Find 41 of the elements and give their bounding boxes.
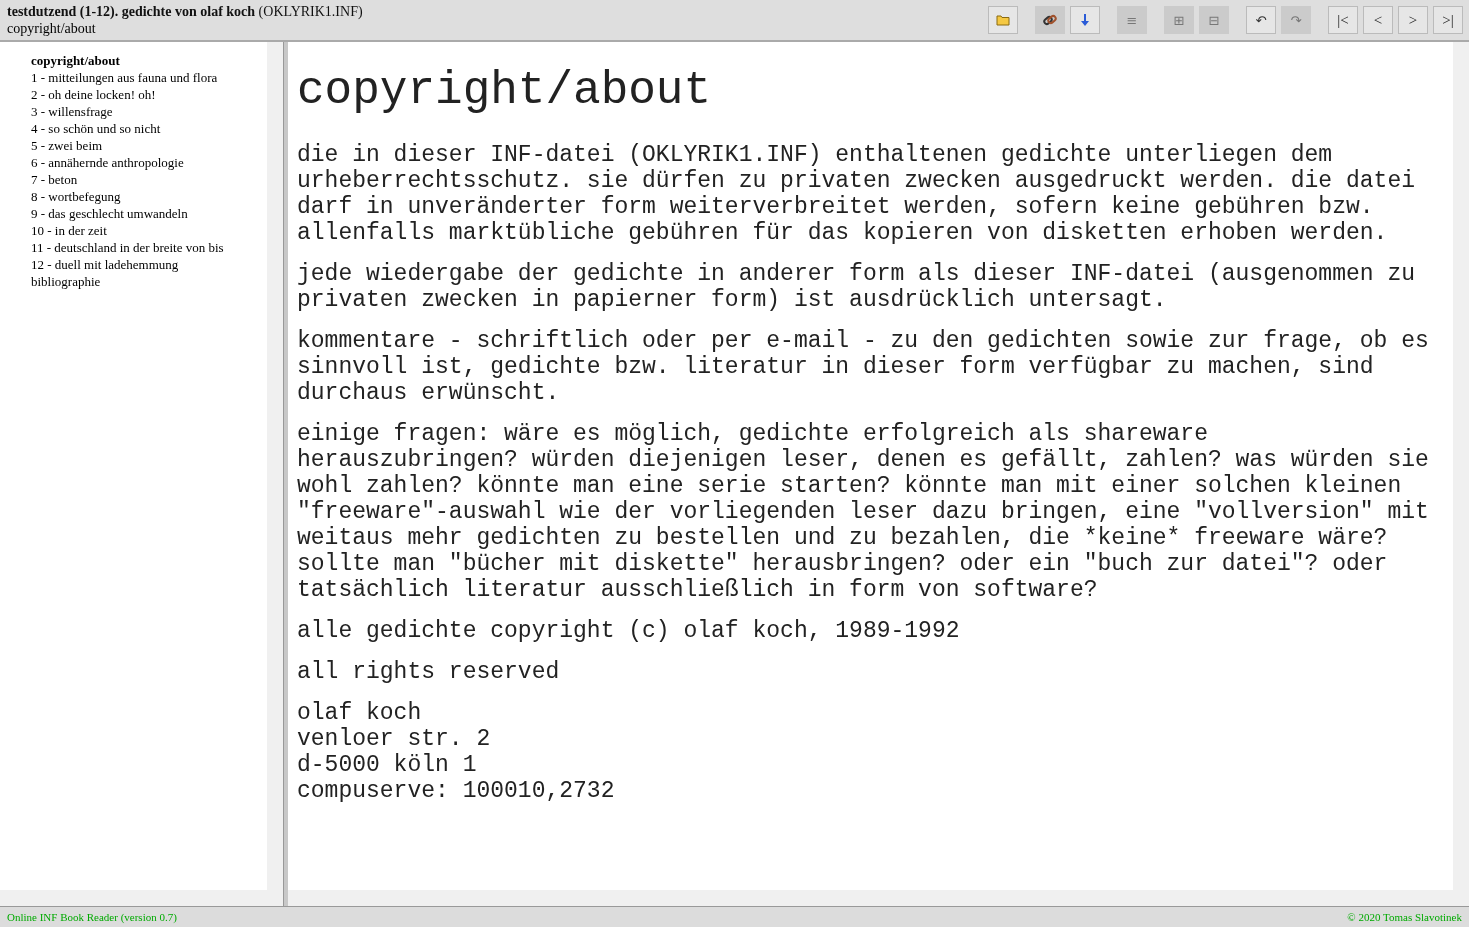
toolbar-button[interactable]: >|: [1433, 6, 1463, 34]
splitter[interactable]: [283, 42, 288, 906]
chapter-link[interactable]: 5 - zwei beim: [31, 137, 267, 154]
chapter-link[interactable]: 4 - so schön und so nicht: [31, 120, 267, 137]
chapter-link[interactable]: 2 - oh deine locken! oh!: [31, 86, 267, 103]
download-button[interactable]: [1070, 6, 1100, 34]
chapter-link[interactable]: 8 - wortbefegung: [31, 188, 267, 205]
chapter-link[interactable]: 3 - willensfrage: [31, 103, 267, 120]
vertical-scrollbar[interactable]: [1453, 42, 1469, 890]
paragraph: die in dieser INF-datei (OKLYRIK1.INF) enthaltenen gedichte unterliegen dem urheberrechtsschutz. sie dürfen zu privaten zwecken ausgedruckt werden. die datei darf in unveränderter form weiterverbreitet werden, sofern keine gebühren bzw. allenfalls marktübliche gebühren für das kopieren von disketten erhoben werden.: [297, 142, 1416, 246]
page-heading: copyright/about: [297, 64, 713, 118]
copyright-notice: © 2020 Tomas Slavotinek: [1347, 911, 1462, 923]
toolbar-button[interactable]: <: [1363, 6, 1393, 34]
chapter-link[interactable]: bibliographie: [31, 273, 267, 290]
app-version: Online INF Book Reader (version 0.7): [7, 911, 177, 923]
paragraph: einige fragen: wäre es möglich, gedichte erfolgreich als shareware herauszubringen? würden diejenigen leser, denen es gefällt, zahlen? was würden sie wohl zahlen? könnte man eine serie starten? könnte man mit einer solchen kleinen "freeware"-auswahl wie der vorliegenden leser dazu bringen, eine "vollversion" mit weitaus mehr gedichten zu bestellen und zu bezahlen, die *keine* freeware wäre? sollte man "bücher mit diskette" herausbringen? oder ein "buch zur datei"? oder tatsächlich literatur ausschließlich in form von software?: [297, 421, 1430, 603]
chapter-link[interactable]: 1 - mitteilungen aus fauna und flora: [31, 69, 267, 86]
paragraph: jede wiedergabe der gedichte in anderer form als dieser INF-datei (ausgenommen zu privaten zwecken in papierner form) ist ausdrücklich untersagt.: [297, 261, 1416, 313]
chapter-link[interactable]: 7 - beton: [31, 171, 267, 188]
down-arrow-icon: [1081, 14, 1089, 26]
book-title: testdutzend (1-12). gedichte von olaf koch (OKLYRIK1.INF): [7, 3, 363, 20]
vertical-scrollbar[interactable]: [267, 42, 283, 890]
chapter-link[interactable]: 11 - deutschland in der breite von bis: [31, 239, 267, 256]
paragraph: alle gedichte copyright (c) olaf koch, 1989-1992: [297, 618, 961, 644]
open-button[interactable]: [988, 6, 1018, 34]
toolbar-button[interactable]: >: [1398, 6, 1428, 34]
folder-icon: [996, 14, 1010, 26]
paragraph: olaf koch venloer str. 2 d-5000 köln 1 compuserve: 100010,2732: [297, 700, 616, 804]
chapter-link[interactable]: copyright/about: [31, 52, 267, 69]
chapter-link[interactable]: 10 - in der zeit: [31, 222, 267, 239]
chapter-subtitle: copyright/about: [7, 20, 97, 37]
paragraph: all rights reserved: [297, 659, 561, 685]
paragraph: kommentare - schriftlich oder per e-mail - zu den gedichten sowie zur frage, ob es sinnvoll ist, gedichte bzw. literatur in dieser form verfügbar zu machen, sind durchaus erwünscht.: [297, 328, 1430, 406]
chapter-link[interactable]: 12 - duell mit ladehemmung: [31, 256, 267, 273]
chapter-link[interactable]: 6 - annähernde anthropologie: [31, 154, 267, 171]
horizontal-scrollbar[interactable]: [0, 890, 283, 906]
chain-link-icon: [1042, 12, 1058, 28]
horizontal-scrollbar[interactable]: [288, 890, 1469, 906]
toolbar-button[interactable]: ↶: [1246, 6, 1276, 34]
toolbar-button[interactable]: |<: [1328, 6, 1358, 34]
chapter-link[interactable]: 9 - das geschlecht umwandeln: [31, 205, 267, 222]
